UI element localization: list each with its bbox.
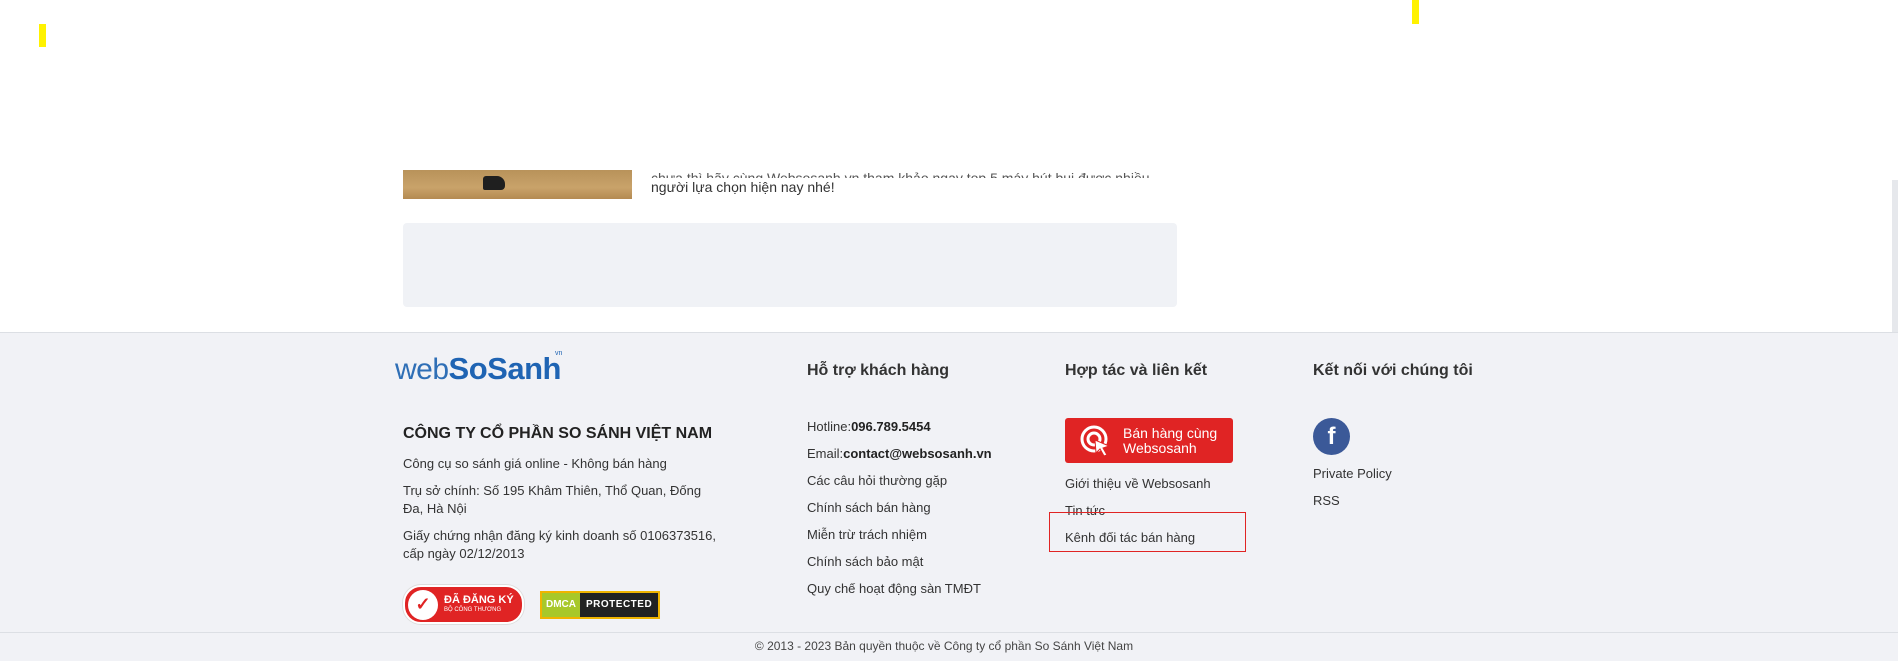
link-rss[interactable]: RSS [1313,492,1392,519]
highlight-marker [1412,0,1419,24]
link-disclaimer[interactable]: Miễn trừ trách nhiệm [807,526,992,553]
support-title: Hỗ trợ khách hàng [807,362,950,379]
link-private-policy[interactable]: Private Policy [1313,465,1392,492]
bct-registered-badge[interactable]: ✓ ĐÃ ĐĂNG KÝ BỘ CÔNG THƯƠNG [403,585,524,624]
protected-label: PROTECTED [586,599,653,610]
ad-placeholder [403,223,1177,307]
link-about[interactable]: Giới thiệu về Websosanh [1065,475,1211,502]
bct-badge-main: ĐÃ ĐĂNG KÝ [444,593,514,606]
dmca-label: DMCA [542,592,580,617]
partner-title: Hợp tác và liên kết [1065,362,1208,379]
company-tagline: Công cụ so sánh giá online - Không bán h… [403,456,667,471]
company-name: CÔNG TY CỔ PHẦN SO SÁNH VIỆT NAM [403,425,713,442]
facebook-icon[interactable]: f [1313,418,1350,455]
sell-button-line2: Websosanh [1123,439,1197,456]
link-sales-policy[interactable]: Chính sách bán hàng [807,499,992,526]
highlight-marker [39,24,46,47]
selection-highlight-box [1049,512,1246,552]
hotline-item[interactable]: Hotline:096.789.5454 [807,418,992,445]
connect-column: Kết nối với chúng tôi [1313,362,1473,380]
logo-web: web [395,353,449,386]
cursor-click-icon [1079,424,1113,458]
connect-title: Kết nối với chúng tôi [1313,362,1473,379]
hotline-value: 096.789.5454 [851,419,931,434]
sell-button-line1: Bán hàng cùng [1123,424,1218,441]
article-thumbnail[interactable] [403,170,632,199]
dmca-protected-badge[interactable]: DMCA PROTECTED [540,590,661,619]
copyright-text: © 2013 - 2023 Bản quyền thuộc về Công ty… [754,639,1134,653]
site-footer: web SoSanh vn CÔNG TY CỔ PHẦN SO SÁNH VI… [0,332,1898,661]
support-column: Hỗ trợ khách hàng [807,362,949,380]
article-excerpt-line: người lựa chọn hiện nay nhé! [651,179,835,195]
websosanh-logo[interactable]: web SoSanh vn [395,350,568,387]
logo-sosanh: SoSanh [448,351,562,386]
link-privacy-policy[interactable]: Chính sách bảo mật [807,553,992,580]
company-license: Giấy chứng nhận đăng ký kinh doanh số 01… [403,528,716,561]
bct-badge-sub: BỘ CÔNG THƯƠNG [444,606,502,613]
sell-with-websosanh-button[interactable]: Bán hàng cùng Websosanh [1065,418,1233,463]
link-ecommerce-regulations[interactable]: Quy chế hoạt động sàn TMĐT [807,580,992,607]
company-info: CÔNG TY CỔ PHẦN SO SÁNH VIỆT NAM Công cụ… [403,425,723,572]
article-excerpt-partial-line: chưa thì hãy cùng Websosanh.vn tham khảo… [651,170,1150,178]
certification-badges: ✓ ĐÃ ĐĂNG KÝ BỘ CÔNG THƯƠNG DMCA PROTECT… [403,585,661,624]
email-value: contact@websosanh.vn [843,446,992,461]
partner-column: Hợp tác và liên kết [1065,362,1207,380]
link-faq[interactable]: Các câu hỏi thường gặp [807,472,992,499]
support-links: Hotline:096.789.5454 Email:contact@webso… [807,418,992,607]
company-address: Trụ sở chính: Số 195 Khâm Thiên, Thổ Qua… [403,483,702,516]
connect-links: Private Policy RSS [1313,465,1392,519]
thumbnail-object [483,176,505,190]
copyright-bar: © 2013 - 2023 Bản quyền thuộc về Công ty… [0,632,1898,662]
logo-vn: vn [554,350,563,357]
hotline-label: Hotline: [807,419,852,434]
email-label: Email: [807,446,844,461]
check-icon: ✓ [408,589,438,620]
article-excerpt: chưa thì hãy cùng Websosanh.vn tham khảo… [651,170,1171,196]
email-item[interactable]: Email:contact@websosanh.vn [807,445,992,472]
